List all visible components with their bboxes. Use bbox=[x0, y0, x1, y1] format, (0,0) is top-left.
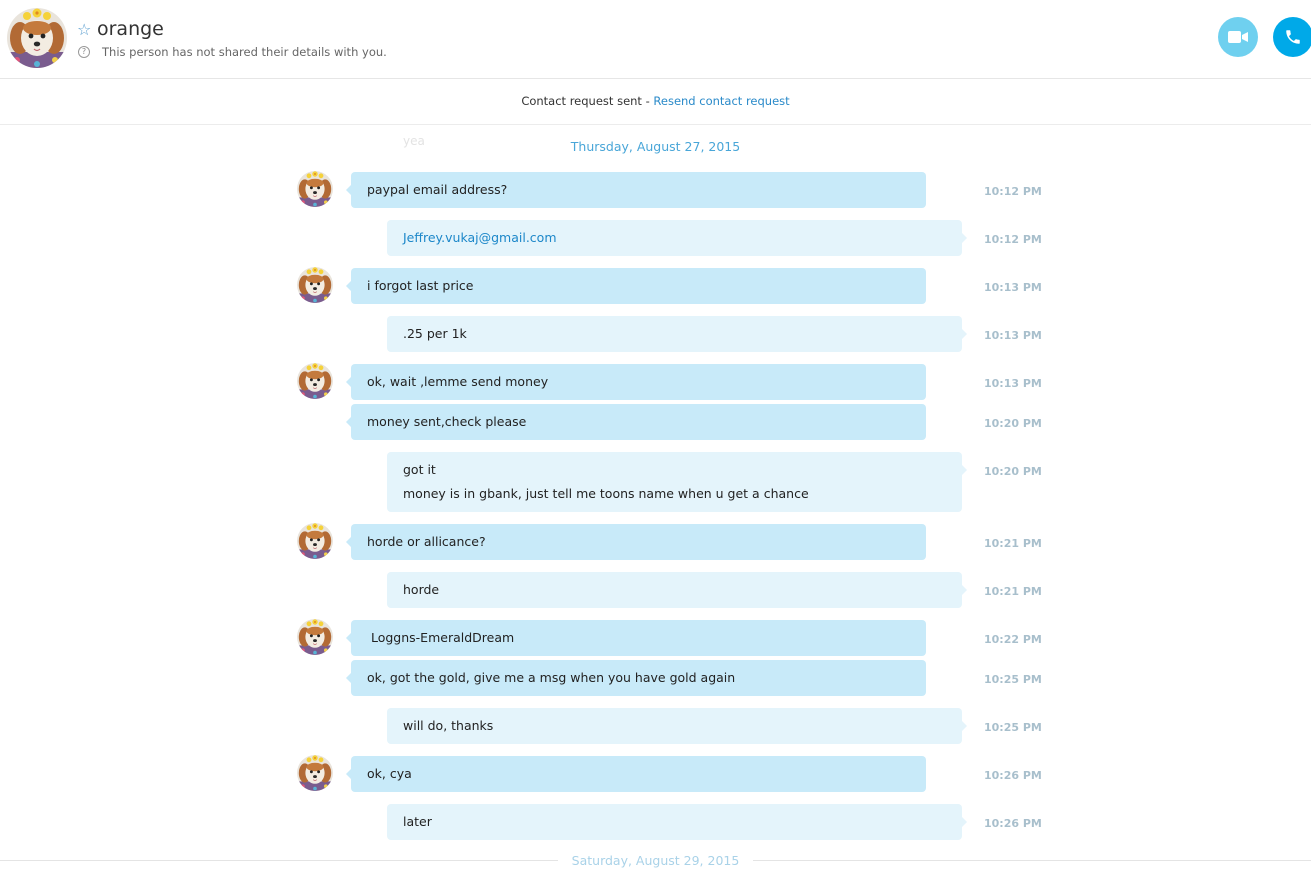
date-separator: Saturday, August 29, 2015 bbox=[0, 853, 1311, 868]
message-text: money sent,check please bbox=[367, 414, 527, 429]
outgoing-message[interactable]: got it money is in gbank, just tell me t… bbox=[387, 452, 967, 512]
message-time: 10:20 PM bbox=[984, 417, 1042, 430]
contact-status-text: This person has not shared their details… bbox=[102, 45, 387, 59]
message-text: later bbox=[403, 814, 432, 829]
star-outline-icon[interactable]: ☆ bbox=[77, 20, 95, 39]
message-time: 10:12 PM bbox=[984, 185, 1042, 198]
message-text: money is in gbank, just tell me toons na… bbox=[403, 486, 809, 501]
message-time: 10:26 PM bbox=[984, 769, 1042, 782]
incoming-message[interactable]: Loggns-EmeraldDream bbox=[346, 620, 926, 656]
date-separator: Thursday, August 27, 2015 bbox=[570, 139, 741, 154]
outgoing-message[interactable]: later bbox=[387, 804, 967, 840]
message-time: 10:26 PM bbox=[984, 817, 1042, 830]
message-time: 10:25 PM bbox=[984, 721, 1042, 734]
message-time: 10:21 PM bbox=[984, 537, 1042, 550]
contact-title-row: ☆ orange bbox=[77, 18, 164, 40]
message-text: Loggns-EmeraldDream bbox=[367, 630, 515, 645]
incoming-message[interactable]: paypal email address? bbox=[346, 172, 926, 208]
question-circle-icon: ? bbox=[78, 46, 90, 58]
message-avatar[interactable] bbox=[297, 171, 333, 207]
message-text: horde bbox=[403, 582, 440, 597]
conversation-header: ☆ orange ? This person has not shared th… bbox=[0, 0, 1311, 79]
phone-icon bbox=[1286, 30, 1300, 44]
message-time: 10:13 PM bbox=[984, 377, 1042, 390]
message-time: 10:13 PM bbox=[984, 329, 1042, 342]
contact-status-row: ? This person has not shared their detai… bbox=[78, 45, 387, 59]
outgoing-message[interactable]: .25 per 1k bbox=[387, 316, 967, 352]
message-time: 10:12 PM bbox=[984, 233, 1042, 246]
message-text: ok, got the gold, give me a msg when you… bbox=[367, 670, 736, 685]
contact-avatar[interactable] bbox=[7, 8, 67, 68]
date-separator-text: Saturday, August 29, 2015 bbox=[557, 853, 754, 868]
message-text: got it bbox=[403, 462, 436, 477]
message-time: 10:25 PM bbox=[984, 673, 1042, 686]
audio-call-button[interactable] bbox=[1273, 17, 1311, 57]
message-text: will do, thanks bbox=[403, 718, 494, 733]
message-time: 10:20 PM bbox=[984, 465, 1042, 478]
incoming-message[interactable]: money sent,check please bbox=[346, 404, 926, 440]
message-avatar[interactable] bbox=[297, 523, 333, 559]
video-call-button[interactable] bbox=[1218, 17, 1258, 57]
outgoing-message[interactable]: horde bbox=[387, 572, 967, 608]
incoming-message[interactable]: ok, wait ,lemme send money bbox=[346, 364, 926, 400]
message-text: paypal email address? bbox=[367, 182, 508, 197]
resend-contact-request-link[interactable]: Resend contact request bbox=[653, 94, 789, 108]
incoming-message[interactable]: ok, cya bbox=[346, 756, 926, 792]
message-avatar[interactable] bbox=[297, 363, 333, 399]
message-text: .25 per 1k bbox=[403, 326, 467, 341]
message-avatar[interactable] bbox=[297, 755, 333, 791]
message-text: horde or allicance? bbox=[367, 534, 486, 549]
contact-request-bar: Contact request sent - Resend contact re… bbox=[0, 79, 1311, 125]
incoming-message[interactable]: ok, got the gold, give me a msg when you… bbox=[346, 660, 926, 696]
email-link[interactable]: Jeffrey.vukaj@gmail.com bbox=[403, 226, 946, 250]
message-avatar[interactable] bbox=[297, 267, 333, 303]
incoming-message[interactable]: i forgot last price bbox=[346, 268, 926, 304]
contact-request-status: Contact request sent - bbox=[521, 94, 654, 108]
message-avatar[interactable] bbox=[297, 619, 333, 655]
message-time: 10:21 PM bbox=[984, 585, 1042, 598]
contact-name[interactable]: orange bbox=[97, 18, 164, 40]
message-time: 10:22 PM bbox=[984, 633, 1042, 646]
message-text: i forgot last price bbox=[367, 278, 474, 293]
message-time: 10:13 PM bbox=[984, 281, 1042, 294]
message-text: ok, wait ,lemme send money bbox=[367, 374, 549, 389]
outgoing-message[interactable]: Jeffrey.vukaj@gmail.com bbox=[387, 220, 967, 256]
video-camera-icon bbox=[1228, 31, 1248, 43]
outgoing-message[interactable]: will do, thanks bbox=[387, 708, 967, 744]
message-text: ok, cya bbox=[367, 766, 412, 781]
incoming-message[interactable]: horde or allicance? bbox=[346, 524, 926, 560]
